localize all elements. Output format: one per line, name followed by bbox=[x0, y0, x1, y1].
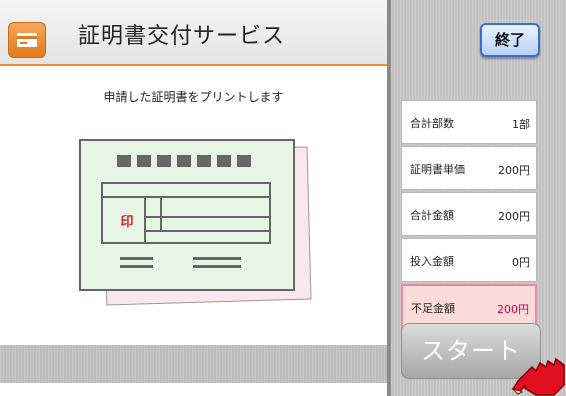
row-total-amount: 合計金額 200円 bbox=[401, 192, 537, 236]
row-label: 合計部数 bbox=[410, 117, 454, 130]
row-value: 1部 bbox=[512, 118, 530, 131]
header-divider bbox=[0, 64, 387, 66]
pointing-hand-icon bbox=[511, 357, 565, 396]
side-panel: 終了 合計部数 1部 証明書単価 200円 合計金額 200円 投入金額 0円 … bbox=[391, 0, 566, 396]
row-value: 200円 bbox=[497, 303, 529, 316]
seal-mark: 印 bbox=[120, 215, 134, 230]
row-label: 合計金額 bbox=[410, 209, 454, 222]
row-value: 200円 bbox=[498, 164, 530, 177]
row-value: 200円 bbox=[498, 210, 530, 223]
instruction-text: 申請した証明書をプリントします bbox=[103, 90, 284, 104]
end-button[interactable]: 終了 bbox=[480, 23, 540, 57]
page-title: 証明書交付サービス bbox=[78, 24, 286, 49]
main-panel: 証明書交付サービス 申請した証明書をプリントします 印 bbox=[0, 0, 387, 396]
row-label: 投入金額 bbox=[410, 255, 454, 268]
row-unit-price: 証明書単価 200円 bbox=[401, 146, 537, 190]
row-label: 証明書単価 bbox=[410, 163, 465, 176]
row-value: 0円 bbox=[512, 256, 530, 269]
row-label: 不足金額 bbox=[411, 302, 455, 315]
summary-table: 合計部数 1部 証明書単価 200円 合計金額 200円 投入金額 0円 不足金… bbox=[401, 100, 537, 332]
card-icon bbox=[8, 22, 46, 58]
certificate-illustration bbox=[79, 139, 312, 306]
footer-band bbox=[0, 345, 387, 383]
row-inserted-amount: 投入金額 0円 bbox=[401, 238, 537, 282]
header: 証明書交付サービス bbox=[0, 0, 387, 64]
row-total-copies: 合計部数 1部 bbox=[401, 100, 537, 144]
